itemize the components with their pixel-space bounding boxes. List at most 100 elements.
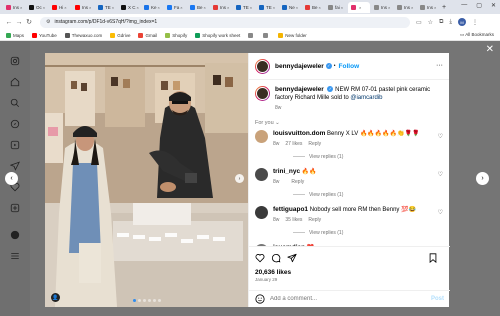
reels-icon[interactable] (10, 140, 20, 150)
reply-button[interactable]: Reply (308, 217, 321, 223)
share-icon[interactable] (287, 253, 297, 263)
comment-likes[interactable]: 27 likes (285, 141, 302, 147)
browser-tab[interactable]: Hi × (49, 2, 71, 13)
follow-button[interactable]: Follow (339, 63, 360, 70)
browser-tab[interactable]: TE × (233, 2, 255, 13)
comment-icon[interactable] (271, 253, 281, 263)
commenter-avatar[interactable] (255, 168, 268, 181)
profile-icon[interactable] (10, 230, 20, 240)
commenter-username[interactable]: louisvuitton.dom (273, 130, 325, 137)
browser-tab[interactable]: Ins × (394, 2, 416, 13)
browser-tab[interactable]: TE × (95, 2, 117, 13)
view-replies-link[interactable]: View replies (1) (293, 154, 443, 160)
close-tab-icon[interactable]: × (319, 5, 321, 10)
caption-mention-link[interactable]: @iamcardib (350, 95, 382, 101)
close-tab-icon[interactable]: × (204, 5, 206, 10)
cast-icon[interactable]: ▭ (416, 19, 422, 26)
previous-post-icon[interactable]: ‹ (5, 172, 18, 185)
reply-button[interactable]: Reply (308, 141, 321, 147)
browser-tab[interactable]: fai × (325, 2, 347, 13)
create-icon[interactable] (10, 203, 20, 213)
download-icon[interactable]: ⤓ (449, 19, 452, 26)
browser-tab[interactable]: Ke × (141, 2, 163, 13)
close-tab-icon[interactable]: × (296, 5, 298, 10)
maximize-icon[interactable]: ▢ (476, 2, 482, 9)
bookmark-item[interactable] (248, 32, 255, 38)
home-icon[interactable] (10, 77, 20, 87)
for-you-filter[interactable]: For you ⌄ (255, 120, 443, 126)
more-options-icon[interactable]: ··· (436, 62, 443, 69)
bookmark-item[interactable]: Gmail (138, 32, 157, 38)
browser-tab[interactable]: Be × (187, 2, 209, 13)
close-tab-icon[interactable]: × (20, 5, 22, 10)
reload-icon[interactable]: ↻ (24, 18, 34, 26)
browser-tab[interactable]: Be × (302, 2, 324, 13)
commenter-username[interactable]: trini_nyc (273, 168, 300, 175)
close-icon[interactable]: ✕ (486, 44, 494, 55)
browser-tab[interactable]: Ins × (3, 2, 25, 13)
close-tab-icon[interactable]: × (434, 5, 436, 10)
author-username[interactable]: bennydajeweler (275, 63, 324, 70)
bookmark-item[interactable]: Gdrive (110, 32, 130, 38)
view-replies-link[interactable]: View replies (1) (293, 192, 443, 198)
bookmark-item[interactable]: Shopify work sheet (195, 32, 240, 38)
close-tab-icon[interactable]: × (64, 5, 66, 10)
close-tab-icon[interactable]: × (89, 5, 91, 10)
browser-tab[interactable]: × (348, 1, 370, 13)
close-tab-icon[interactable]: × (250, 5, 252, 10)
forward-icon[interactable]: → (14, 19, 24, 26)
reply-button[interactable]: Reply (291, 179, 304, 185)
next-post-icon[interactable]: › (476, 172, 489, 185)
browser-tab[interactable]: Ins × (210, 2, 232, 13)
bookmark-star-icon[interactable]: ☆ (428, 19, 433, 26)
close-tab-icon[interactable]: × (112, 5, 114, 10)
extensions-icon[interactable]: ⧉ (439, 19, 443, 26)
search-icon[interactable] (10, 98, 20, 108)
commenter-avatar[interactable] (255, 130, 268, 143)
carousel-next-icon[interactable]: › (235, 174, 244, 183)
like-heart-icon[interactable] (255, 253, 265, 263)
instagram-logo-icon[interactable] (10, 56, 20, 66)
caption-avatar[interactable] (255, 86, 270, 101)
close-tab-icon[interactable]: × (137, 5, 139, 10)
author-avatar[interactable] (255, 58, 270, 74)
bookmark-item[interactable]: Maps (6, 32, 24, 38)
browser-tab[interactable]: Ins × (72, 2, 94, 13)
view-replies-link[interactable]: View replies (1) (293, 230, 443, 236)
site-info-icon[interactable]: ⚙ (46, 19, 50, 25)
post-comment-button[interactable]: Post (431, 296, 444, 302)
back-icon[interactable]: ← (4, 19, 14, 26)
bookmark-item[interactable]: YouTube (32, 32, 57, 38)
caption-username[interactable]: bennydajeweler (275, 86, 324, 93)
browser-tab[interactable]: X C × (118, 2, 140, 13)
kebab-menu-icon[interactable]: ⋮ (472, 19, 478, 26)
bookmark-item[interactable]: Thewaxuo.com (64, 32, 102, 38)
emoji-icon[interactable] (255, 294, 265, 304)
profile-avatar[interactable]: M (458, 18, 467, 26)
browser-tab[interactable]: Ins × (371, 2, 393, 13)
menu-icon[interactable] (10, 251, 20, 261)
browser-tab[interactable]: Ne × (279, 2, 301, 13)
close-tab-icon[interactable]: × (227, 5, 229, 10)
comment-like-icon[interactable]: ♡ (438, 171, 443, 178)
comment-like-icon[interactable]: ♡ (438, 133, 443, 140)
browser-tab[interactable]: Fa × (164, 2, 186, 13)
minimize-icon[interactable]: — (461, 2, 467, 9)
comment-likes[interactable]: 35 likes (285, 217, 302, 223)
close-tab-icon[interactable]: × (273, 5, 275, 10)
messages-icon[interactable] (10, 161, 20, 171)
all-bookmarks-link[interactable]: ▭ All Bookmarks (460, 32, 494, 38)
bookmark-item[interactable]: Shopify (165, 32, 187, 38)
save-bookmark-icon[interactable] (428, 253, 438, 263)
explore-icon[interactable] (10, 119, 20, 129)
commenter-avatar[interactable] (255, 206, 268, 219)
close-tab-icon[interactable]: × (388, 5, 390, 10)
close-tab-icon[interactable]: × (341, 5, 343, 10)
comment-input[interactable] (270, 296, 431, 302)
browser-tab[interactable]: Ins × (417, 2, 439, 13)
close-tab-icon[interactable]: × (359, 5, 361, 10)
url-field[interactable]: ⚙ instagram.com/p/DF1d-v6S7qH/?img_index… (40, 16, 410, 28)
close-tab-icon[interactable]: × (43, 5, 45, 10)
bookmark-item[interactable]: New folder (278, 32, 307, 38)
close-tab-icon[interactable]: × (411, 5, 413, 10)
